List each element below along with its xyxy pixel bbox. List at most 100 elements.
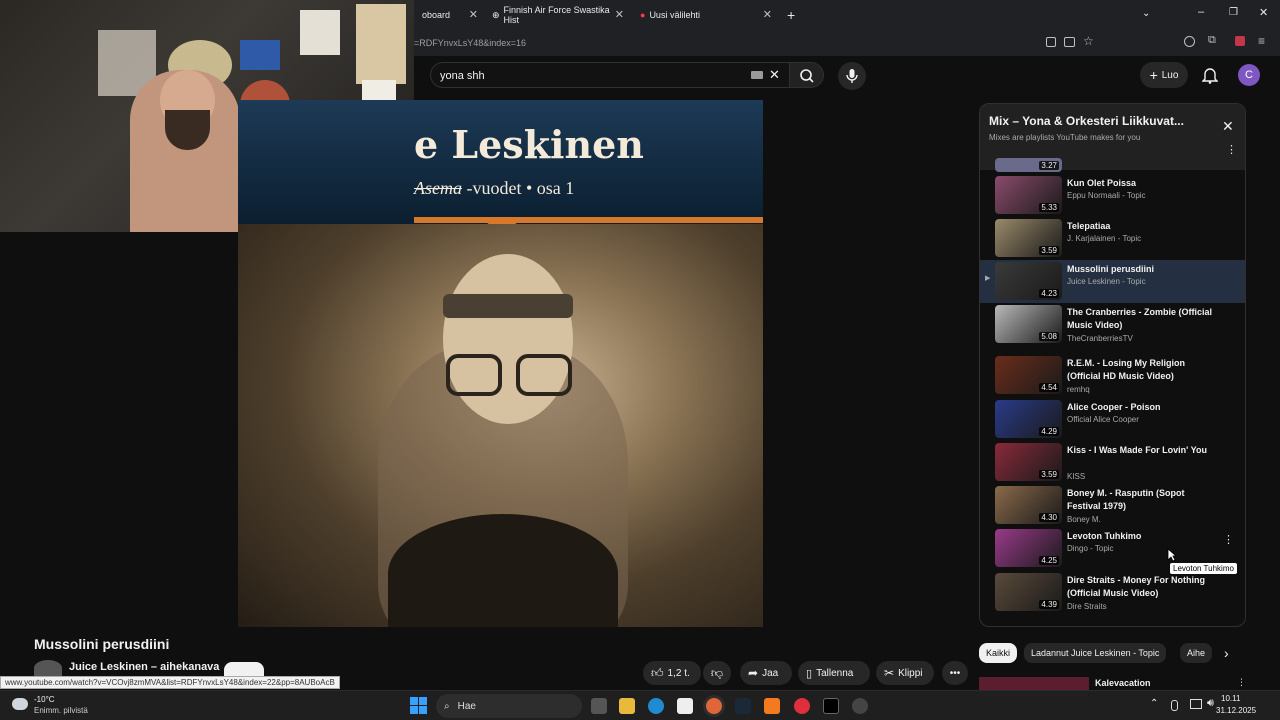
duration-badge: 3.59 xyxy=(1039,470,1059,479)
edge-browser-icon[interactable] xyxy=(648,698,664,714)
tab-finnish-air-force[interactable]: ⊕ Finnish Air Force Swastika Hist ✕ xyxy=(484,4,630,26)
search-input[interactable]: yona shh xyxy=(440,70,485,82)
notifications-bell-icon[interactable] xyxy=(1202,66,1218,84)
next-list-item[interactable]: Kalevacation ⋮ xyxy=(979,677,1246,690)
more-actions-button[interactable]: ••• xyxy=(942,661,968,685)
list-item[interactable]: 4.54 R.E.M. - Losing My Religion (Officia… xyxy=(980,354,1245,400)
shirt xyxy=(388,514,618,627)
cloud-icon xyxy=(12,698,28,710)
video-thumbnail: 3.27 xyxy=(995,158,1062,172)
close-window-icon[interactable]: ✕ xyxy=(1259,6,1268,19)
chevron-right-icon[interactable]: › xyxy=(1224,645,1229,661)
microphone-icon[interactable] xyxy=(1171,700,1178,711)
bookmark-icon: ▯ xyxy=(806,667,813,680)
subtitle-script: Asema xyxy=(414,178,462,198)
video-thumbnail: 4.54 xyxy=(995,356,1062,394)
clock-date[interactable]: 31.12.2025 xyxy=(1216,706,1256,715)
weather-temp: -10°C xyxy=(34,695,55,704)
task-view-icon[interactable] xyxy=(591,698,607,714)
list-item[interactable]: 5.08 The Cranberries - Zombie (Official M… xyxy=(980,303,1245,349)
file-explorer-icon[interactable] xyxy=(619,698,635,714)
list-item[interactable]: 4.30 Boney M. - Rasputin (Sopot Festival … xyxy=(980,484,1245,530)
duration-badge: 4.54 xyxy=(1039,383,1059,392)
clip-button[interactable]: ✂ Klippi xyxy=(876,661,934,685)
flag-poster xyxy=(240,40,280,70)
chevron-up-icon[interactable]: ⌃ xyxy=(1150,698,1158,709)
taskbar-search[interactable]: ⌕ Hae xyxy=(436,694,582,718)
network-icon[interactable] xyxy=(1190,699,1202,709)
vlc-icon[interactable] xyxy=(764,698,780,714)
list-item[interactable]: 4.29 Alice Cooper - Poison Official Alice … xyxy=(980,398,1245,441)
dislike-button[interactable]: 👎︎ xyxy=(703,661,731,685)
search-box[interactable]: yona shh ✕ xyxy=(430,62,790,88)
settings-gear-icon[interactable] xyxy=(852,698,868,714)
create-button[interactable]: + Luo xyxy=(1140,62,1188,88)
clip-label: Klippi xyxy=(898,667,923,679)
portrait-image xyxy=(238,224,763,627)
video-thumbnail-subtitle: Asema -vuodet • osa 1 xyxy=(414,178,574,199)
share-button[interactable]: ➦ Jaa xyxy=(740,661,792,685)
list-item[interactable]: 5.33 Kun Olet Poissa Eppu Normaali - Topic xyxy=(980,174,1245,217)
close-playlist-icon[interactable]: ✕ xyxy=(1222,118,1234,135)
list-item[interactable]: 3.59 Telepatiaa J. Karjalainen - Topic xyxy=(980,217,1245,260)
menu-icon[interactable]: ≡ xyxy=(1258,34,1265,48)
microphone-icon xyxy=(846,69,858,83)
list-item-channel: Eppu Normaali - Topic xyxy=(1067,191,1146,200)
orange-divider xyxy=(414,217,763,223)
chevron-down-icon[interactable]: ⌄ xyxy=(1142,8,1150,19)
store-icon[interactable] xyxy=(677,698,693,714)
clear-search-icon[interactable]: ✕ xyxy=(769,67,780,83)
list-item-title: Kun Olet Poissa xyxy=(1067,178,1137,188)
list-item[interactable]: 3.27 xyxy=(980,158,1245,172)
list-item-channel: Official Alice Cooper xyxy=(1067,415,1139,424)
profile-icon[interactable] xyxy=(1184,36,1195,47)
list-item[interactable]: 3.59 Kiss - I Was Made For Lovin' You KISS xyxy=(980,441,1245,484)
channel-name[interactable]: Juice Leskinen – aihekanava xyxy=(69,661,219,673)
terminal-icon[interactable] xyxy=(823,698,839,714)
keyboard-icon[interactable] xyxy=(751,71,763,79)
search-button[interactable] xyxy=(790,62,824,88)
chip-all[interactable]: Kaikki xyxy=(979,643,1018,663)
install-app-icon[interactable] xyxy=(1064,37,1075,47)
opera-icon[interactable] xyxy=(794,698,810,714)
clock-time[interactable]: 10.11 xyxy=(1221,694,1240,703)
close-tab-icon[interactable]: ✕ xyxy=(469,8,478,21)
close-tab-icon[interactable]: ✕ xyxy=(615,8,624,21)
windows-start-icon[interactable] xyxy=(410,697,427,714)
steam-icon[interactable] xyxy=(735,698,751,714)
more-vertical-icon[interactable]: ⋮ xyxy=(1237,677,1246,688)
screenshot-icon[interactable] xyxy=(1046,37,1056,47)
video-player[interactable]: e Leskinen Asema -vuodet • osa 1 xyxy=(238,100,763,627)
bookmark-star-icon[interactable]: ☆ xyxy=(1083,34,1094,48)
search-icon: ⌕ xyxy=(444,700,450,712)
playlist-title[interactable]: Mix – Yona & Orkesteri Liikkuvat... xyxy=(989,114,1184,128)
new-tab-icon[interactable]: + xyxy=(787,7,795,23)
list-item[interactable]: ▶ 4.23 Mussolini perusdiini Juice Leskinen … xyxy=(980,260,1245,303)
face xyxy=(443,254,573,424)
chip-uploaded-by[interactable]: Ladannut Juice Leskinen - Topic xyxy=(1024,643,1167,663)
playlist-menu-icon[interactable]: ⋮ xyxy=(1226,145,1237,156)
subscribe-button[interactable] xyxy=(224,662,264,676)
tab-new-tab[interactable]: ● Uusi välilehti ✕ xyxy=(632,4,778,26)
extensions-icon[interactable]: ⧉ xyxy=(1208,34,1216,47)
maximize-icon[interactable]: ❐ xyxy=(1229,7,1238,18)
account-avatar[interactable]: C xyxy=(1238,64,1260,86)
volume-icon[interactable]: 🔊︎ xyxy=(1207,697,1214,710)
save-button[interactable]: ▯ Tallenna xyxy=(798,661,870,685)
list-item-title: Alice Cooper - Poison xyxy=(1067,402,1161,412)
chip-related[interactable]: Aihe xyxy=(1180,643,1212,663)
minimize-icon[interactable]: – xyxy=(1198,6,1204,18)
tab-oboard[interactable]: oboard ✕ xyxy=(414,4,484,26)
more-vertical-icon[interactable]: ⋮ xyxy=(1223,533,1234,546)
url-field[interactable]: =RDFYnvxLsY48&index=16 xyxy=(414,38,526,48)
firefox-icon[interactable] xyxy=(706,698,722,714)
video-thumbnail: 4.25 xyxy=(995,529,1062,567)
channel-avatar[interactable] xyxy=(34,660,62,676)
tab-label: Finnish Air Force Swastika Hist xyxy=(503,5,610,25)
list-item-title: Boney M. - Rasputin (Sopot Festival 1979… xyxy=(1067,488,1185,511)
extension-badge-icon[interactable] xyxy=(1235,36,1245,46)
list-item[interactable]: 4.39 Dire Straits - Money For Nothing (Of… xyxy=(980,571,1245,617)
close-tab-icon[interactable]: ✕ xyxy=(763,8,772,21)
like-button[interactable]: 👍︎ 1,2 t. xyxy=(643,661,701,685)
voice-search-button[interactable] xyxy=(838,62,866,90)
